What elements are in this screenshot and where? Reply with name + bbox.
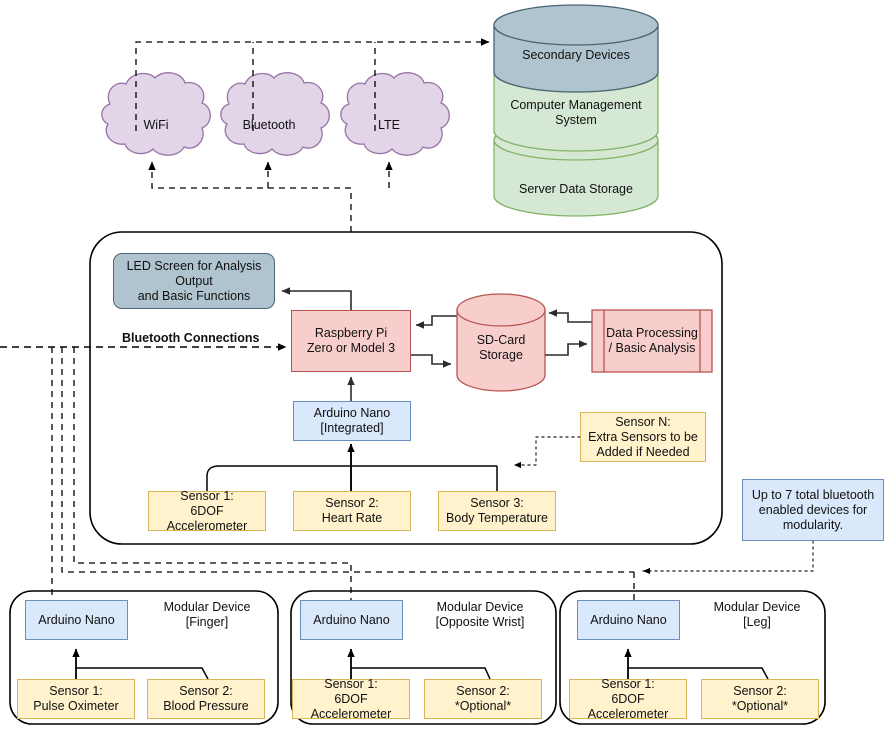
cylinder-secondary-devices [493,4,659,93]
connector-sensor-n-dotted [513,436,581,469]
connector-sd-to-processing [545,340,588,356]
device2-sensor-2-box[interactable]: Sensor 2: *Optional* [424,679,542,719]
connector-pi-to-sd [410,354,452,368]
connector-pi-to-led [281,287,352,310]
bluetooth-capacity-note-box[interactable]: Up to 7 total bluetooth enabled devices … [742,479,884,541]
connector-device1-sensors-to-nano [72,648,209,680]
device2-sensor-1-box[interactable]: Sensor 1: 6DOF Accelerometer [292,677,410,721]
connector-sd-to-pi [415,315,457,329]
connector-device3-sensors-to-nano [624,648,769,680]
device3-arduino-nano-box[interactable]: Arduino Nano [577,600,680,640]
connector-bluetooth-bus [51,347,635,608]
main-sensor-1-box[interactable]: Sensor 1: 6DOF Accelerometer [148,489,266,533]
device1-arduino-nano-box[interactable]: Arduino Nano [25,600,128,640]
device1-title: Modular Device [Finger] [163,600,251,629]
diagram-canvas: WiFi Bluetooth LTE Secondary Devices Com… [0,0,890,732]
device3-sensor-2-box[interactable]: Sensor 2: *Optional* [701,679,819,719]
main-sensor-2-box[interactable]: Sensor 2: Heart Rate [293,491,411,531]
connector-device2-sensors-to-nano [347,648,491,680]
device3-sensor-1-box[interactable]: Sensor 1: 6DOF Accelerometer [569,677,687,721]
bluetooth-connections-label: Bluetooth Connections [122,330,260,345]
device1-sensor-2-box[interactable]: Sensor 2: Blood Pressure [147,679,265,719]
device1-sensor-1-box[interactable]: Sensor 1: Pulse Oximeter [17,679,135,719]
led-screen-box[interactable]: LED Screen for Analysis Output and Basic… [113,253,275,309]
connector-note-dotted [642,540,814,575]
cloud-bluetooth-shape [220,72,330,156]
device2-title: Modular Device [Opposite Wrist] [435,600,525,629]
device2-arduino-nano-box[interactable]: Arduino Nano [300,600,403,640]
shape-data-processing [591,309,713,373]
connector-sensors-to-nano [206,443,498,491]
sensor-n-box[interactable]: Sensor N: Extra Sensors to be Added if N… [580,412,706,462]
device3-title: Modular Device [Leg] [713,600,801,629]
main-sensor-3-box[interactable]: Sensor 3: Body Temperature [438,491,556,531]
raspberry-pi-box[interactable]: Raspberry Pi Zero or Model 3 [291,310,411,372]
connector-processing-to-sd [548,309,592,323]
arduino-nano-integrated-box[interactable]: Arduino Nano [Integrated] [293,401,411,441]
cloud-wifi-shape [101,72,211,156]
cylinder-sd-card-storage [456,293,546,392]
cloud-lte-shape [340,72,450,156]
connector-device-to-clouds [148,161,393,232]
